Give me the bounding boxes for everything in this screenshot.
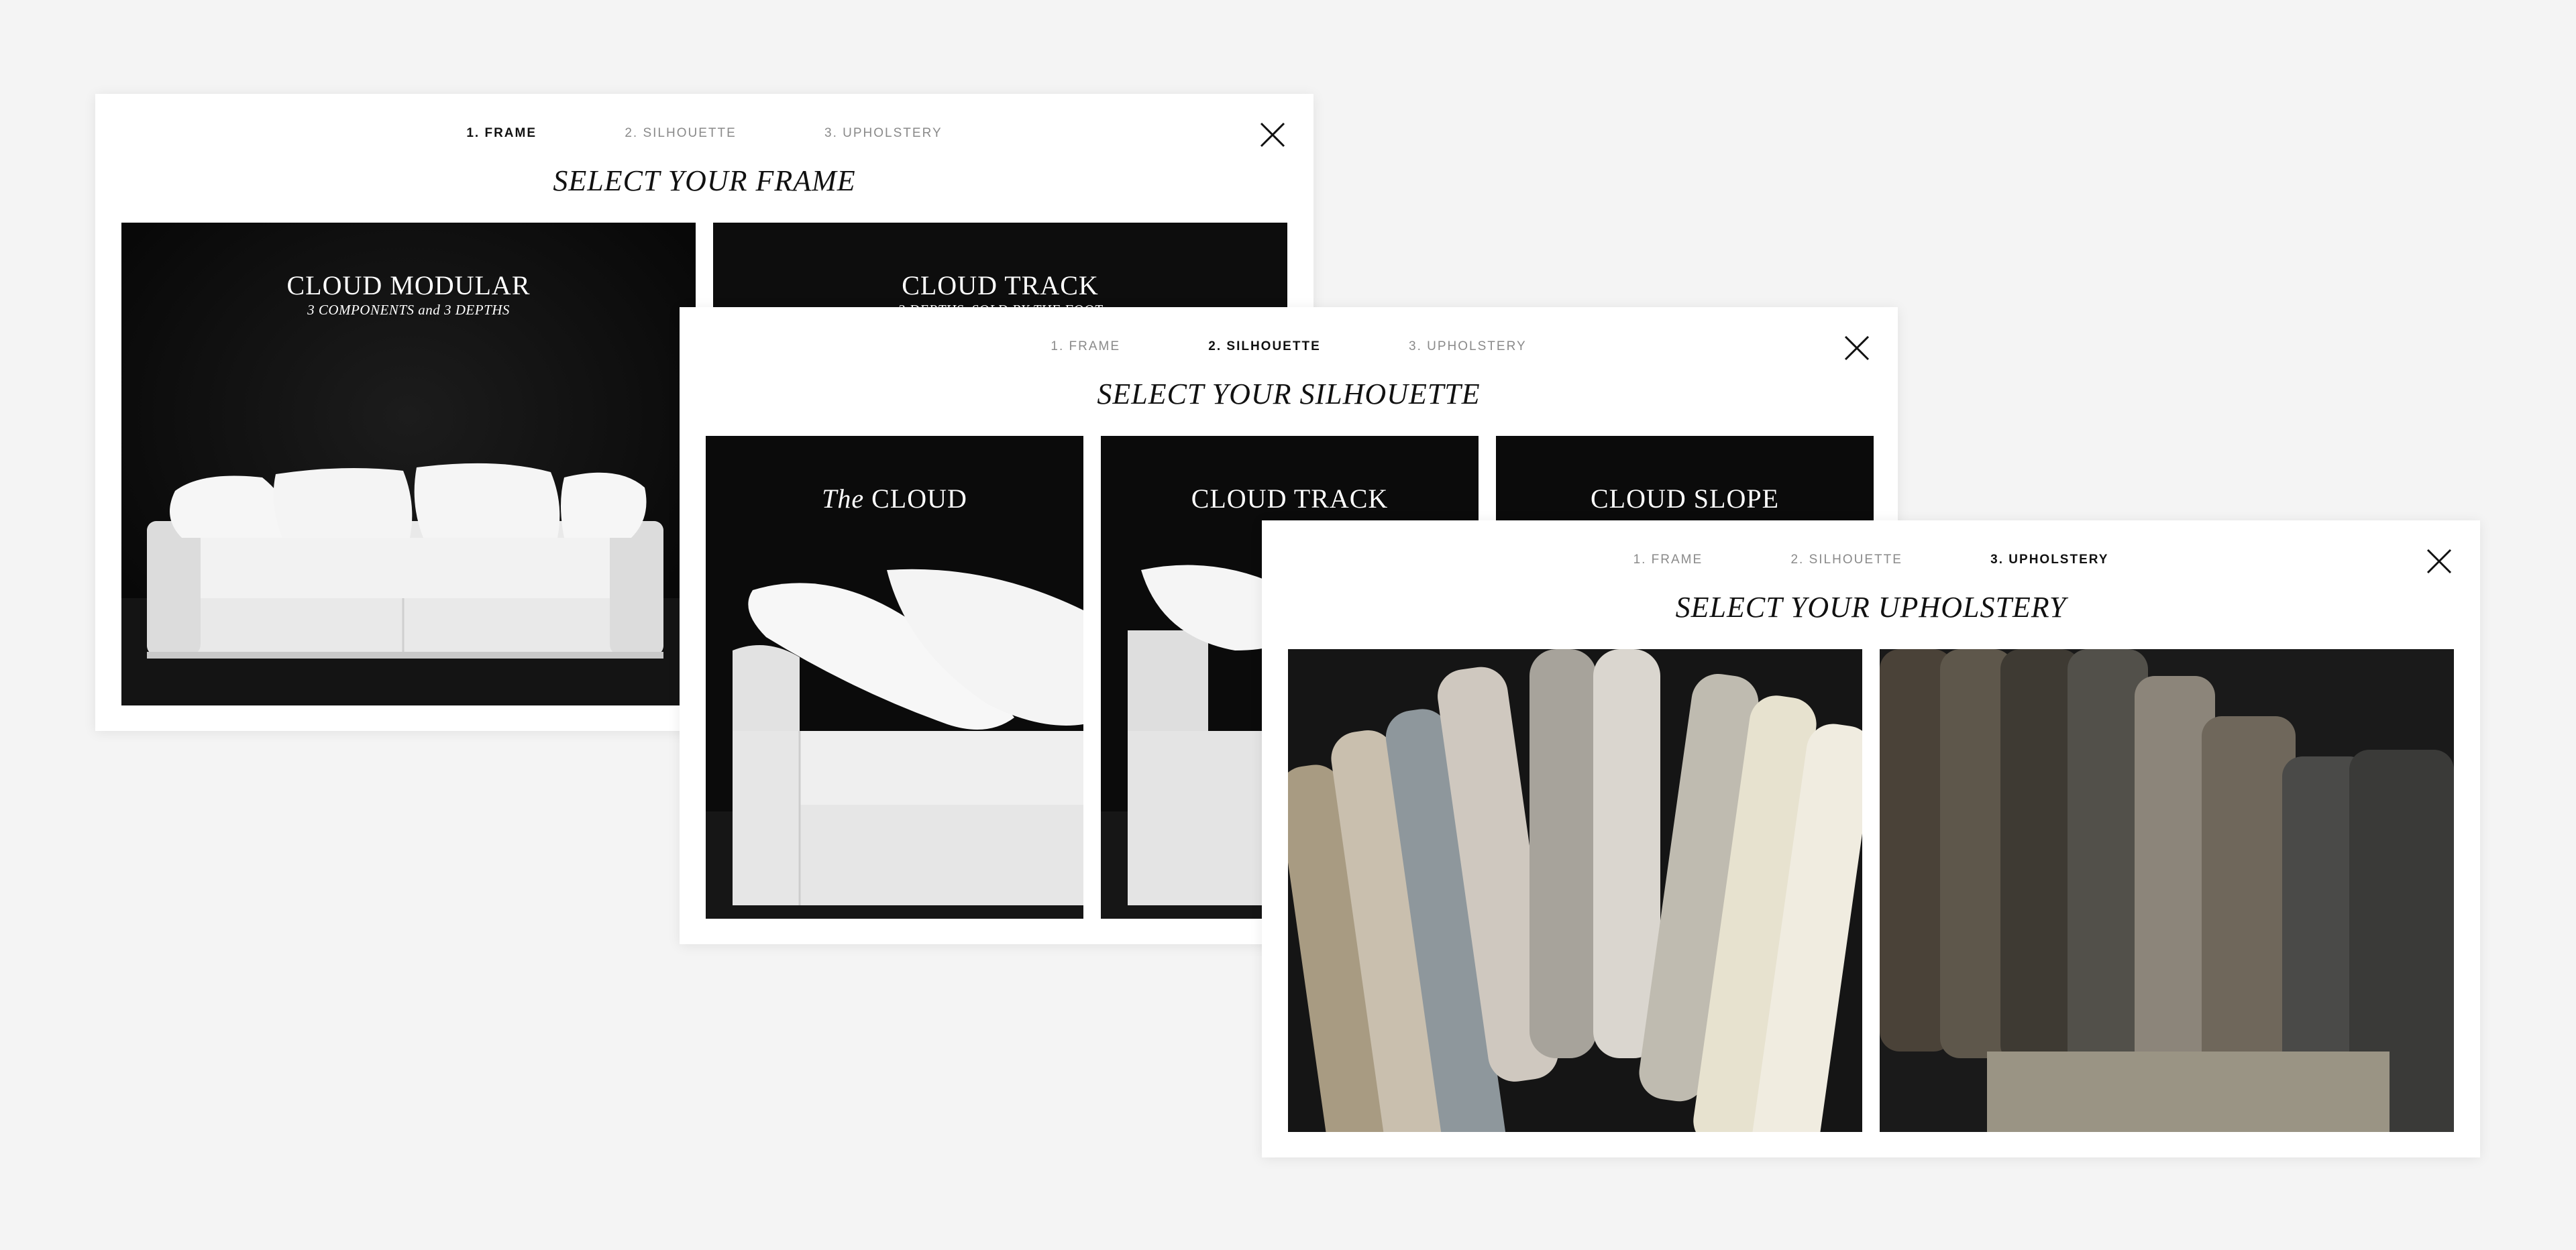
panel-title: SELECT YOUR FRAME bbox=[553, 164, 856, 197]
step-frame[interactable]: 1. FRAME bbox=[1633, 553, 1703, 567]
panel-title: SELECT YOUR SILHOUETTE bbox=[1097, 378, 1481, 410]
step-upholstery[interactable]: 3. UPHOLSTERY bbox=[1990, 553, 2108, 567]
card-title-main: CLOUD bbox=[871, 484, 967, 514]
step-frame[interactable]: 1. FRAME bbox=[1051, 339, 1120, 354]
card-title: CLOUD SLOPE bbox=[1590, 484, 1780, 514]
upholstery-selection-panel: 1. FRAME 2. SILHOUETTE 3. UPHOLSTERY SEL… bbox=[1262, 520, 2480, 1157]
step-silhouette[interactable]: 2. SILHOUETTE bbox=[1790, 553, 1902, 567]
close-button[interactable] bbox=[1257, 119, 1288, 150]
step-navigation: 1. FRAME 2. SILHOUETTE 3. UPHOLSTERY bbox=[95, 126, 1313, 141]
card-title: CLOUD MODULAR bbox=[286, 270, 531, 300]
fabric-swatches-image bbox=[1288, 649, 1862, 1132]
close-button[interactable] bbox=[1841, 333, 1872, 363]
step-silhouette[interactable]: 2. SILHOUETTE bbox=[1208, 339, 1320, 354]
card-title: CLOUD TRACK bbox=[902, 270, 1099, 300]
close-icon bbox=[1844, 335, 1870, 361]
step-silhouette[interactable]: 2. SILHOUETTE bbox=[625, 126, 736, 141]
silhouette-option-the-cloud[interactable]: The CLOUD bbox=[706, 436, 1083, 919]
frame-option-cloud-modular[interactable]: CLOUD MODULAR 3 COMPONENTS and 3 DEPTHS bbox=[121, 223, 696, 705]
card-title: CLOUD TRACK bbox=[1191, 484, 1389, 514]
step-upholstery[interactable]: 3. UPHOLSTERY bbox=[824, 126, 943, 141]
upholstery-option-fabric[interactable] bbox=[1288, 649, 1862, 1132]
close-icon bbox=[1260, 122, 1285, 148]
step-upholstery[interactable]: 3. UPHOLSTERY bbox=[1409, 339, 1527, 354]
upholstery-option-leather[interactable] bbox=[1880, 649, 2454, 1132]
card-subtitle: 3 COMPONENTS and 3 DEPTHS bbox=[307, 302, 510, 318]
step-navigation: 1. FRAME 2. SILHOUETTE 3. UPHOLSTERY bbox=[1262, 553, 2480, 567]
card-title: The CLOUD bbox=[706, 483, 1083, 514]
step-frame[interactable]: 1. FRAME bbox=[466, 126, 537, 141]
card-title-prefix: The bbox=[822, 484, 865, 514]
leather-swatches-image bbox=[1880, 649, 2454, 1132]
panel-title: SELECT YOUR UPHOLSTERY bbox=[1675, 591, 2067, 624]
close-button[interactable] bbox=[2424, 546, 2455, 577]
close-icon bbox=[2426, 549, 2452, 574]
step-navigation: 1. FRAME 2. SILHOUETTE 3. UPHOLSTERY bbox=[680, 339, 1898, 354]
